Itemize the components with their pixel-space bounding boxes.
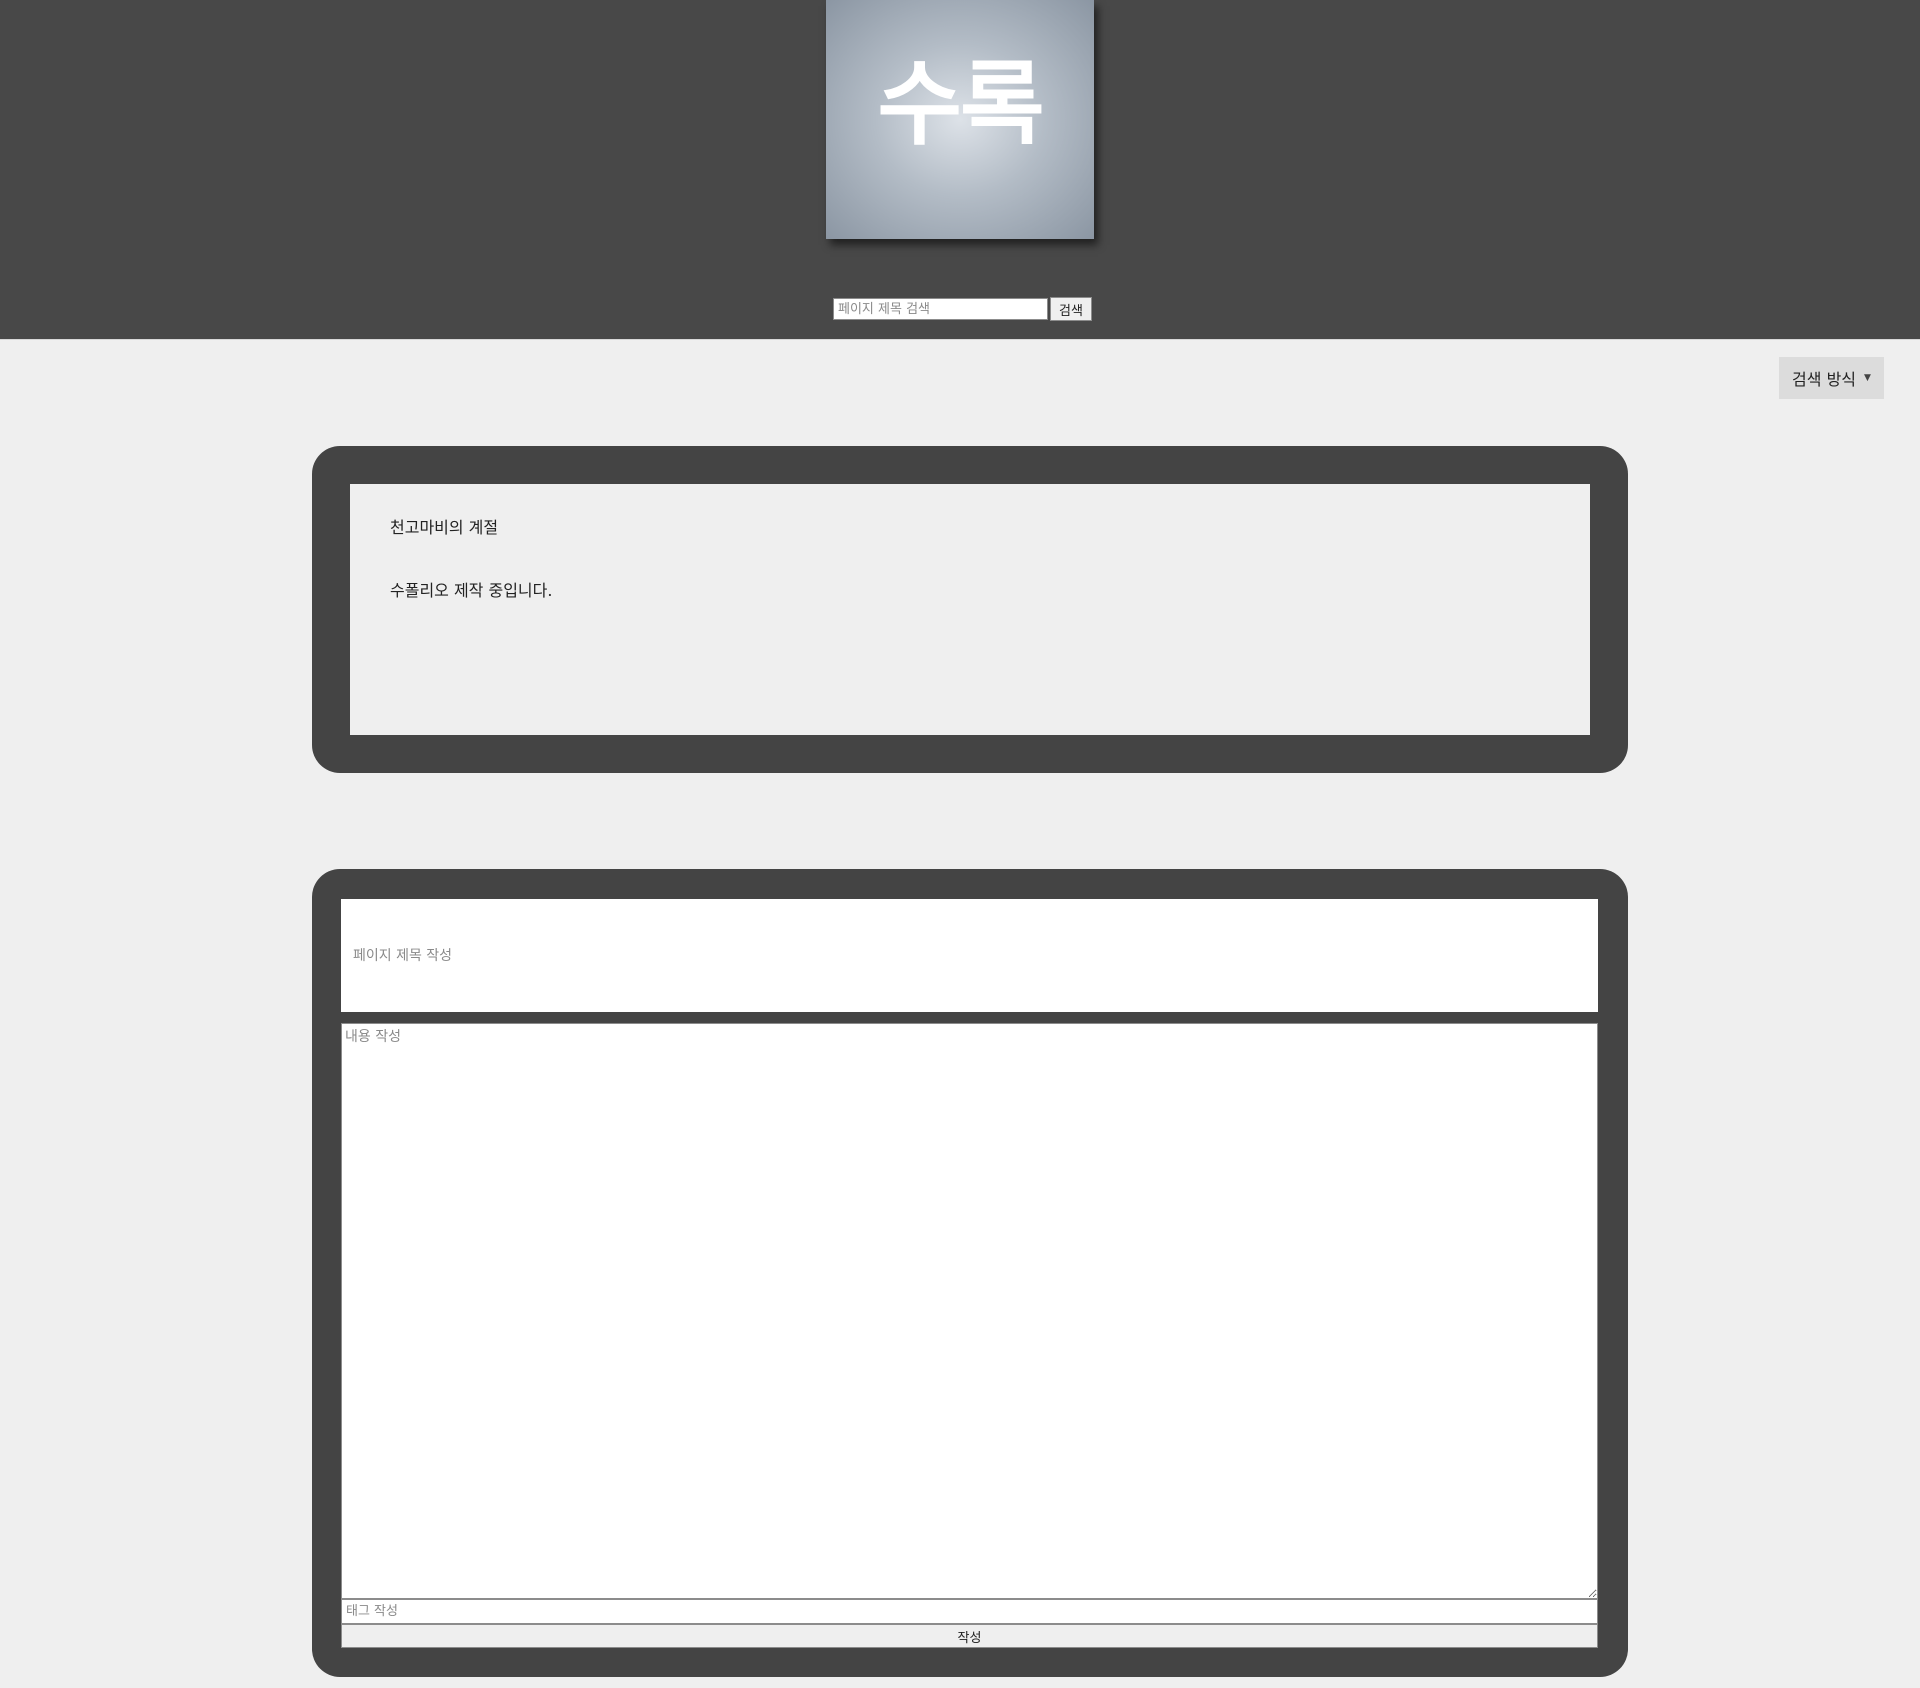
submit-button[interactable]: 작성 bbox=[341, 1624, 1598, 1648]
notice-body: 수폴리오 제작 중입니다. bbox=[390, 580, 553, 600]
content-textarea[interactable] bbox=[341, 1023, 1598, 1599]
notice-content: 천고마비의 계절 수폴리오 제작 중입니다. bbox=[350, 484, 1590, 735]
site-header: 수록 검색 bbox=[0, 0, 1920, 340]
logo-text: 수록 bbox=[877, 50, 1044, 158]
search-form: 검색 bbox=[833, 297, 1092, 321]
caret-down-icon: ▼ bbox=[1864, 373, 1871, 383]
write-form-panel: 작성 bbox=[312, 869, 1628, 1677]
search-input[interactable] bbox=[833, 298, 1048, 320]
notice-title: 천고마비의 계절 bbox=[390, 518, 499, 537]
site-logo[interactable]: 수록 bbox=[826, 0, 1094, 239]
tag-input[interactable] bbox=[341, 1599, 1598, 1624]
search-mode-dropdown[interactable]: 검색 방식 ▼ bbox=[1779, 357, 1884, 399]
notice-panel: 천고마비의 계절 수폴리오 제작 중입니다. bbox=[312, 446, 1628, 773]
search-button[interactable]: 검색 bbox=[1050, 297, 1092, 321]
search-mode-label: 검색 방식 bbox=[1792, 370, 1857, 389]
page-title-input[interactable] bbox=[341, 899, 1598, 1012]
